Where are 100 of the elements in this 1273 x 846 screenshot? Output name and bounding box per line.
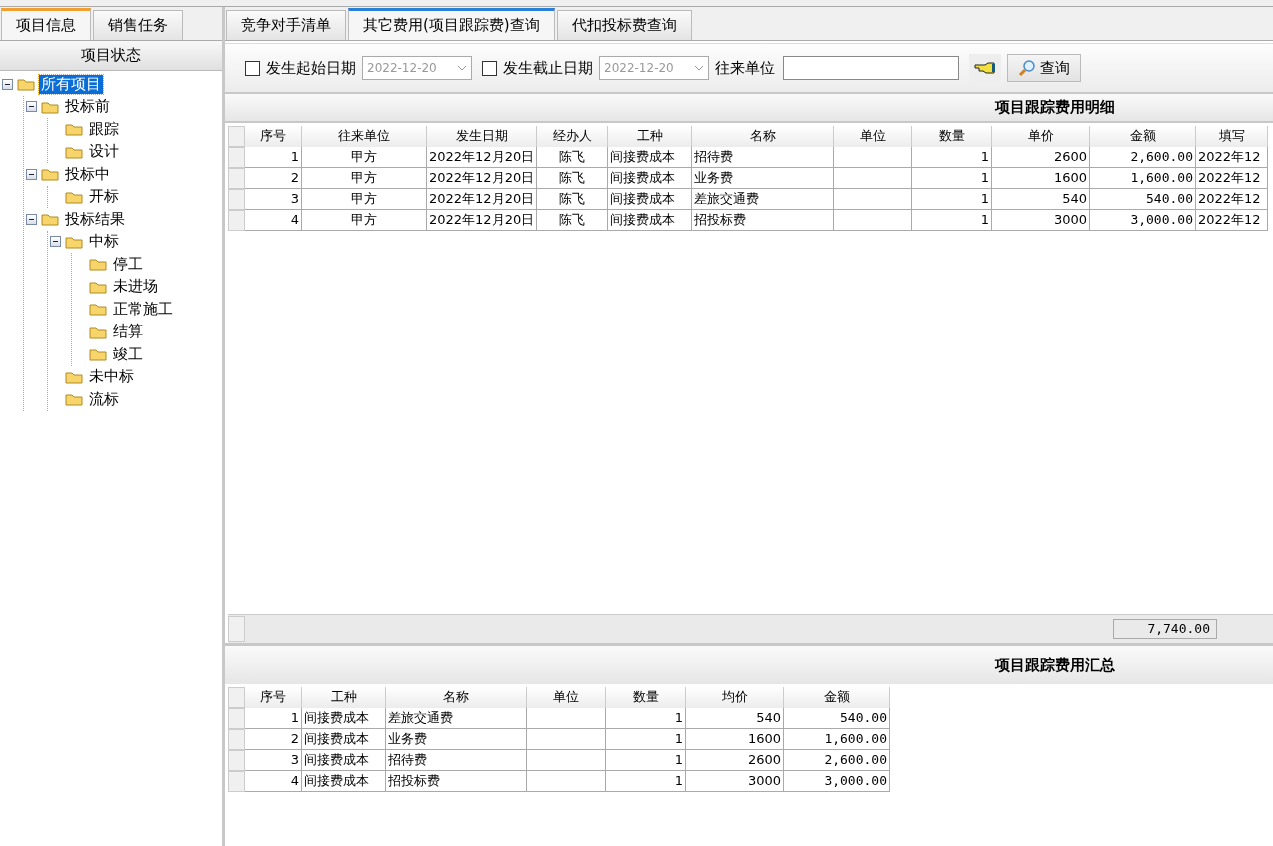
table-cell: 招投标费 xyxy=(692,210,834,231)
column-header[interactable]: 单价 xyxy=(992,126,1090,147)
folder-icon xyxy=(65,369,83,384)
table-cell: 1 xyxy=(912,168,992,189)
table-cell: 540.00 xyxy=(784,708,890,729)
table-cell: 1600 xyxy=(992,168,1090,189)
table-cell: 甲方 xyxy=(302,210,427,231)
table-cell: 甲方 xyxy=(302,189,427,210)
column-header[interactable]: 均价 xyxy=(686,687,784,708)
table-cell: 间接费成本 xyxy=(302,771,386,792)
column-header[interactable]: 序号 xyxy=(245,687,302,708)
table-cell: 差旅交通费 xyxy=(386,708,527,729)
row-indicator xyxy=(228,126,245,147)
table-cell: 2022年12月20日 xyxy=(427,210,537,231)
table-cell: 2022年12 xyxy=(1196,147,1268,168)
folder-icon xyxy=(41,167,59,182)
tree-item[interactable]: 停工 xyxy=(111,254,145,274)
tree-item[interactable]: 投标中 xyxy=(63,164,112,184)
folder-icon xyxy=(65,144,83,159)
section-title: 项目跟踪费用汇总 xyxy=(225,646,1273,684)
tab[interactable]: 代扣投标费查询 xyxy=(556,10,692,40)
tree-item[interactable]: 投标前 xyxy=(63,97,112,117)
folder-icon xyxy=(65,392,83,407)
column-header[interactable]: 名称 xyxy=(386,687,527,708)
table-cell: 2,600.00 xyxy=(1090,147,1196,168)
table-cell: 1 xyxy=(912,189,992,210)
column-header[interactable]: 经办人 xyxy=(537,126,608,147)
table-cell: 2022年12 xyxy=(1196,189,1268,210)
table-cell: 招待费 xyxy=(692,147,834,168)
collapse-icon[interactable] xyxy=(2,78,13,90)
table-cell: 间接费成本 xyxy=(608,189,692,210)
column-header[interactable]: 金额 xyxy=(784,687,890,708)
table-cell: 540 xyxy=(992,189,1090,210)
collapse-icon[interactable] xyxy=(50,236,61,248)
column-header[interactable]: 往来单位 xyxy=(302,126,427,147)
chevron-down-icon[interactable] xyxy=(694,65,704,71)
table-cell: 3 xyxy=(245,189,302,210)
column-header[interactable]: 发生日期 xyxy=(427,126,537,147)
tree-item[interactable]: 结算 xyxy=(111,322,145,342)
table-cell: 540.00 xyxy=(1090,189,1196,210)
tab[interactable]: 竞争对手清单 xyxy=(226,10,346,40)
table-cell: 1 xyxy=(606,750,686,771)
tree-item[interactable]: 设计 xyxy=(87,142,121,162)
folder-icon xyxy=(89,302,107,317)
table-cell: 间接费成本 xyxy=(608,210,692,231)
table-cell: 1 xyxy=(245,708,302,729)
tree-item[interactable]: 投标结果 xyxy=(63,209,127,229)
column-header[interactable]: 序号 xyxy=(245,126,302,147)
table-cell: 甲方 xyxy=(302,147,427,168)
tab[interactable]: 其它费用(项目跟踪费)查询 xyxy=(348,8,555,40)
folder-icon xyxy=(17,77,35,92)
folder-icon xyxy=(89,257,107,272)
tree-item[interactable]: 未进场 xyxy=(111,277,160,297)
table-cell: 2022年12月20日 xyxy=(427,168,537,189)
table-cell: 1 xyxy=(245,147,302,168)
tree-item[interactable]: 开标 xyxy=(87,187,121,207)
table-cell: 差旅交通费 xyxy=(692,189,834,210)
column-header[interactable]: 工种 xyxy=(608,126,692,147)
tree-item[interactable]: 所有项目 xyxy=(39,74,103,94)
table-cell: 4 xyxy=(245,771,302,792)
table-cell: 1,600.00 xyxy=(784,729,890,750)
column-header[interactable]: 名称 xyxy=(692,126,834,147)
folder-icon xyxy=(65,122,83,137)
column-header[interactable]: 工种 xyxy=(302,687,386,708)
column-header[interactable]: 单位 xyxy=(527,687,606,708)
table-cell: 甲方 xyxy=(302,168,427,189)
checkbox-label: 发生起始日期 xyxy=(266,58,356,78)
collapse-icon[interactable] xyxy=(26,101,37,113)
collapse-icon[interactable] xyxy=(26,213,37,225)
chevron-down-icon[interactable] xyxy=(457,65,467,71)
field-label: 往来单位 xyxy=(715,58,775,78)
column-header[interactable]: 填写 xyxy=(1196,126,1268,147)
tree-item[interactable]: 正常施工 xyxy=(111,299,175,319)
table-cell: 间接费成本 xyxy=(302,750,386,771)
column-header[interactable]: 数量 xyxy=(606,687,686,708)
table-cell: 4 xyxy=(245,210,302,231)
column-header[interactable]: 单位 xyxy=(834,126,912,147)
checkbox[interactable] xyxy=(245,60,260,76)
folder-icon xyxy=(65,234,83,249)
tree-item[interactable]: 流标 xyxy=(87,389,121,409)
table-cell: 间接费成本 xyxy=(608,147,692,168)
table-cell: 2,600.00 xyxy=(784,750,890,771)
table-cell: 2 xyxy=(245,729,302,750)
tree-item[interactable]: 未中标 xyxy=(87,367,136,387)
checkbox[interactable] xyxy=(482,60,497,76)
table-cell: 2 xyxy=(245,168,302,189)
input-field[interactable] xyxy=(783,56,959,80)
tab[interactable]: 项目信息 xyxy=(1,8,91,40)
query-button[interactable]: 查询 xyxy=(1007,54,1081,82)
column-header[interactable]: 数量 xyxy=(912,126,992,147)
table-cell: 间接费成本 xyxy=(608,168,692,189)
tree-item[interactable]: 中标 xyxy=(87,232,121,252)
collapse-icon[interactable] xyxy=(26,168,37,180)
table-cell: 业务费 xyxy=(692,168,834,189)
table-cell: 间接费成本 xyxy=(302,729,386,750)
column-header[interactable]: 金额 xyxy=(1090,126,1196,147)
table-cell: 陈飞 xyxy=(537,189,608,210)
tree-item[interactable]: 跟踪 xyxy=(87,119,121,139)
tab[interactable]: 销售任务 xyxy=(93,10,183,40)
tree-item[interactable]: 竣工 xyxy=(111,344,145,364)
